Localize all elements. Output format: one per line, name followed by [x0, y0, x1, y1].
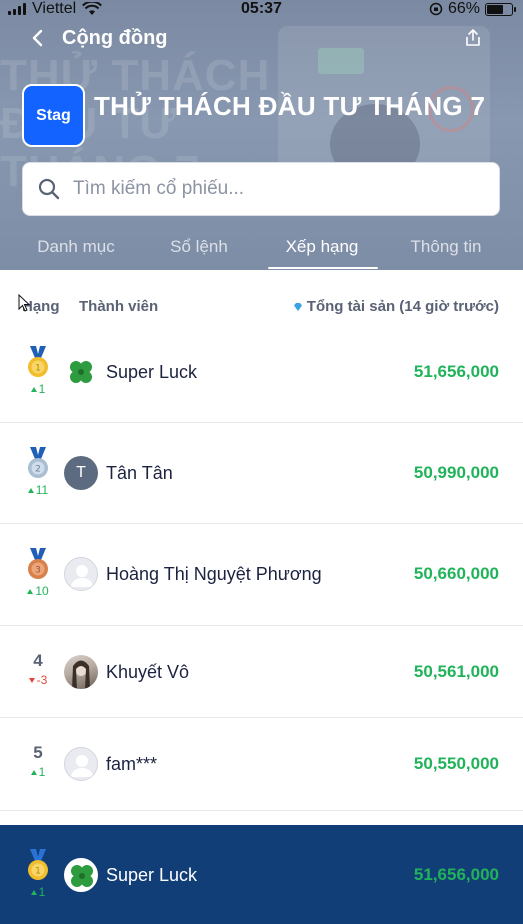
- avatar[interactable]: T: [64, 456, 98, 490]
- avatar[interactable]: [64, 557, 98, 591]
- total-assets: 50,660,000: [413, 564, 499, 583]
- nav-title[interactable]: Cộng đồng: [62, 26, 168, 50]
- rank-change: 1: [18, 885, 58, 899]
- search-placeholder: Tìm kiếm cổ phiếu...: [73, 178, 245, 199]
- assets-column-header[interactable]: Tổng tài sản (14 giờ trước): [293, 298, 499, 315]
- tab-danh-muc[interactable]: Danh mục: [32, 236, 120, 258]
- svg-text:3: 3: [35, 566, 41, 576]
- rank-number: 5: [33, 743, 43, 762]
- rank-cell: 5 1: [18, 743, 58, 779]
- tab-so-lenh[interactable]: Sổ lệnh: [168, 236, 230, 258]
- avatar[interactable]: [64, 655, 98, 689]
- contest-header: THỬ THÁCH ĐẦU TƯ THÁNG 7 Viettel 05:37 6…: [0, 0, 523, 270]
- svg-text:1: 1: [35, 364, 41, 374]
- back-arrow-icon[interactable]: [28, 28, 48, 48]
- active-tab-indicator: [268, 267, 378, 269]
- avatar[interactable]: [64, 747, 98, 781]
- rank-up-icon: [30, 769, 37, 775]
- stag-logo: Stag: [22, 84, 85, 147]
- rank-cell: 1 1: [18, 346, 58, 396]
- rank-down-icon: [28, 677, 35, 683]
- svg-text:2: 2: [35, 465, 41, 475]
- status-bar: Viettel 05:37 66%: [0, 0, 523, 20]
- share-icon[interactable]: [464, 28, 482, 48]
- rank-change: -3: [18, 673, 58, 687]
- current-user-rank-bar[interactable]: 1 1 Super Luck 51,656,000: [0, 825, 523, 924]
- gold-medal-icon: 1: [28, 849, 48, 880]
- member-name[interactable]: Super Luck: [106, 864, 197, 886]
- rank-up-icon: [30, 889, 37, 895]
- svg-text:1: 1: [35, 867, 41, 877]
- battery-percent: 66%: [447, 0, 480, 17]
- profile-photo: [72, 660, 90, 689]
- assets-column-label: Tổng tài sản (14 giờ trước): [306, 298, 499, 315]
- orientation-lock-icon: [429, 2, 443, 16]
- leaderboard-row[interactable]: 3 10 Hoàng Thị Nguyệt Phương 50,660,000: [0, 524, 523, 626]
- member-name[interactable]: Tân Tân: [106, 462, 173, 484]
- total-assets: 51,656,000: [413, 865, 499, 884]
- clover-icon: [70, 361, 92, 383]
- member-column-header: Thành viên: [79, 298, 159, 315]
- gold-medal-icon: 1: [28, 346, 48, 377]
- total-assets: 50,561,000: [413, 662, 499, 681]
- avatar[interactable]: [64, 355, 98, 389]
- default-user-icon: [71, 755, 93, 777]
- rank-change: 1: [18, 382, 58, 396]
- rank-number: 4: [33, 651, 43, 670]
- rank-cell: 2 11: [18, 447, 58, 497]
- leaderboard-row[interactable]: 1 1 Super Luck 51,656,000: [0, 322, 523, 423]
- leaderboard-header: Hạng Thành viên Tổng tài sản (14 giờ trư…: [0, 294, 523, 318]
- mouse-cursor-icon: [18, 294, 30, 312]
- member-name[interactable]: Khuyết Vô: [106, 661, 189, 683]
- search-icon: [38, 178, 60, 200]
- bronze-medal-icon: 3: [28, 548, 48, 579]
- silver-medal-icon: 2: [28, 447, 48, 478]
- tab-bar: Danh mục Sổ lệnh Xếp hạng Thông tin: [0, 232, 523, 270]
- contest-title: THỬ THÁCH ĐẦU TƯ THÁNG 7: [94, 91, 486, 121]
- rank-change: 11: [18, 483, 58, 497]
- total-assets: 51,656,000: [413, 362, 499, 381]
- member-name[interactable]: Hoàng Thị Nguyệt Phương: [106, 563, 322, 585]
- total-assets: 50,990,000: [413, 463, 499, 482]
- tab-xep-hang[interactable]: Xếp hạng: [276, 236, 368, 258]
- battery-icon: [485, 2, 516, 16]
- rank-change: 1: [18, 765, 58, 779]
- search-input[interactable]: Tìm kiếm cổ phiếu...: [22, 162, 500, 216]
- leaderboard-row[interactable]: 4 -3 Khuyết Vô 50,561,000: [0, 626, 523, 718]
- member-name[interactable]: fam***: [106, 753, 157, 775]
- rank-up-icon: [30, 386, 37, 392]
- rank-change: 10: [18, 584, 58, 598]
- total-assets: 50,550,000: [413, 754, 499, 773]
- avatar[interactable]: [64, 858, 98, 892]
- member-name[interactable]: Super Luck: [106, 361, 197, 383]
- rank-up-icon: [27, 588, 34, 594]
- tab-thong-tin[interactable]: Thông tin: [406, 236, 486, 258]
- leaderboard-row[interactable]: 5 1 fam*** 50,550,000: [0, 718, 523, 811]
- rank-up-icon: [27, 487, 34, 493]
- rank-cell: 1 1: [18, 849, 58, 899]
- default-user-icon: [71, 565, 93, 587]
- rank-cell: 3 10: [18, 548, 58, 598]
- leaderboard-row[interactable]: 2 11 T Tân Tân 50,990,000: [0, 423, 523, 524]
- clover-icon: [71, 865, 93, 887]
- rank-cell: 4 -3: [18, 651, 58, 687]
- diamond-icon: [293, 302, 302, 311]
